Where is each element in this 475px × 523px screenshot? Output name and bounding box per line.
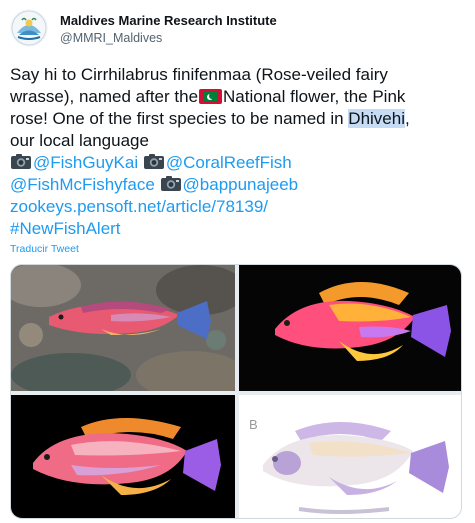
tweet-text-segment: Say hi to Cirrhilabrus finifenmaa (Rose-… [10, 65, 388, 84]
tweet-text: Say hi to Cirrhilabrus finifenmaa (Rose-… [10, 64, 472, 240]
media-grid: B [10, 264, 462, 519]
tweet-text-segment: National flower, the Pink [223, 87, 406, 106]
mention-link[interactable]: @CoralReefFish [166, 153, 292, 172]
tweet-card: Maldives Marine Research Institute @MMRI… [0, 0, 475, 523]
fish-photo-studio[interactable] [11, 395, 235, 518]
fish-photo-colorful[interactable] [239, 265, 461, 391]
mention-link[interactable]: @FishGuyKai [33, 153, 138, 172]
tweet-line: #NewFishAlert [10, 218, 472, 240]
hashtag-link[interactable]: #NewFishAlert [10, 219, 121, 238]
avatar[interactable] [10, 9, 48, 47]
mention-link[interactable]: @FishMcFishyface [10, 175, 155, 194]
tweet-line: wrasse), named after the National flower,… [10, 86, 472, 108]
article-link[interactable]: zookeys.pensoft.net/article/78139/ [10, 197, 268, 216]
tweet-line: @FishGuyKai @CoralReefFish [10, 152, 472, 174]
camera-icon [143, 154, 164, 169]
tweet-text-segment: rose! One of the first species to be nam… [10, 109, 349, 128]
tweet-text-segment: wrasse), named after the [10, 87, 199, 106]
author-handle[interactable]: @MMRI_Maldives [60, 31, 162, 46]
tweet-line: zookeys.pensoft.net/article/78139/ [10, 196, 472, 218]
tweet-line: @FishMcFishyface @bappunajeeb [10, 174, 472, 196]
panel-label: B [249, 417, 258, 432]
translate-tweet-link[interactable]: Traducir Tweet [10, 243, 79, 256]
camera-icon [11, 154, 31, 169]
tweet-line: our local language [10, 130, 472, 152]
highlighted-word: Dhivehi [348, 109, 405, 128]
tweet-line: Say hi to Cirrhilabrus finifenmaa (Rose-… [10, 64, 472, 86]
fish-illustration[interactable]: B [239, 395, 461, 518]
maldives-flag-icon [199, 89, 223, 104]
mention-link[interactable]: @bappunajeeb [183, 175, 299, 194]
tweet-text-segment: , [405, 109, 410, 128]
fish-photo-reef[interactable] [11, 265, 235, 391]
tweet-line: rose! One of the first species to be nam… [10, 108, 472, 130]
camera-icon [160, 176, 181, 191]
tweet-text-segment: our local language [10, 131, 149, 150]
author-name[interactable]: Maldives Marine Research Institute [60, 13, 277, 29]
institute-logo-icon [10, 9, 48, 47]
